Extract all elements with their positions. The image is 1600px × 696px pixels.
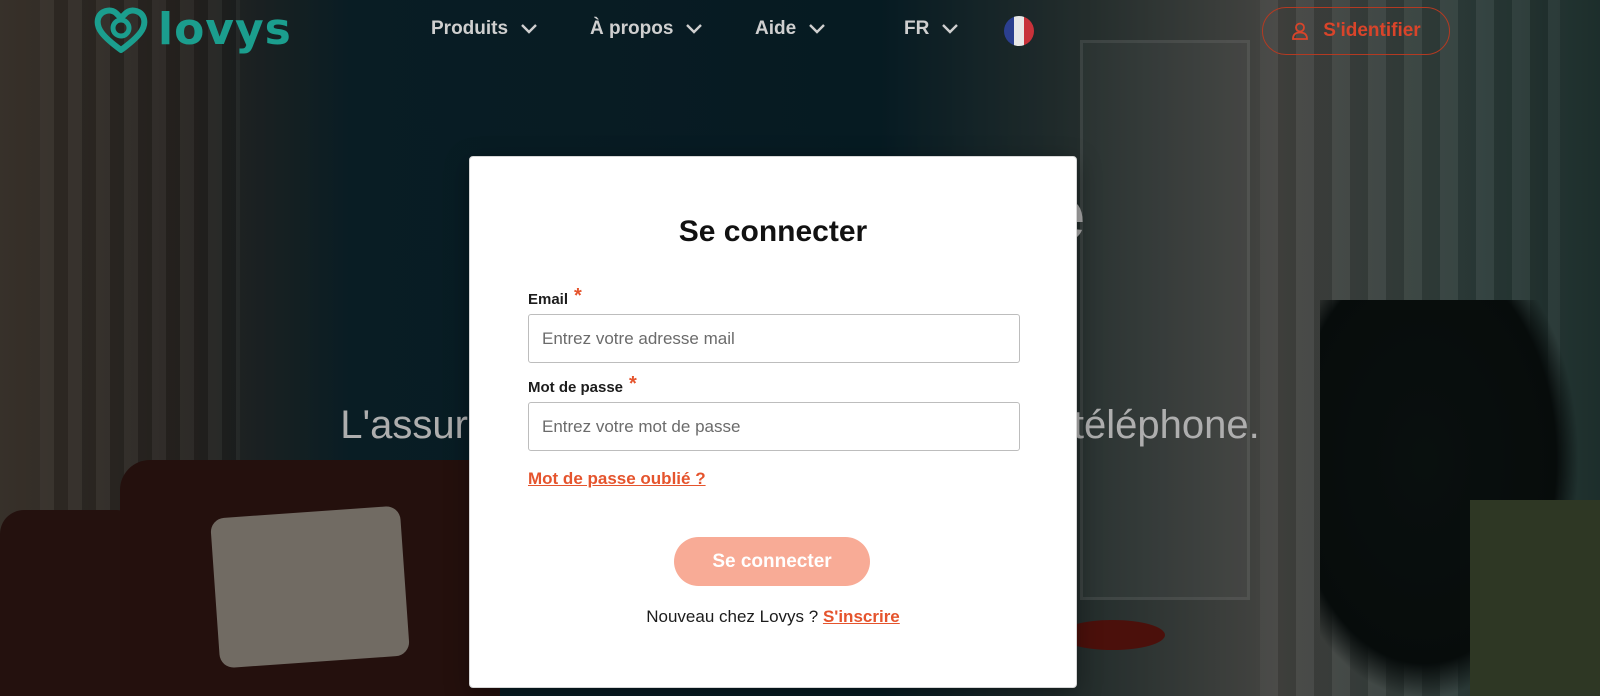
nav-item-label: À propos <box>590 18 674 39</box>
signup-prompt: Nouveau chez Lovys ? <box>646 607 819 626</box>
nav-item-produits[interactable]: Produits <box>431 18 538 40</box>
heart-logo-icon <box>94 7 148 53</box>
brand-name: lovys <box>158 4 292 55</box>
required-marker: * <box>629 373 637 395</box>
chevron-down-icon <box>521 24 537 34</box>
login-modal: Se connecter Email * Mot de passe * Mot de… <box>469 156 1077 688</box>
top-navbar: lovys Produits À propos Aide FR S'identi… <box>0 0 1600 64</box>
signup-row: Nouveau chez Lovys ? S'inscrire <box>470 607 1076 627</box>
chevron-down-icon <box>809 24 826 34</box>
signup-link[interactable]: S'inscrire <box>823 607 900 626</box>
user-icon <box>1292 22 1309 40</box>
login-button[interactable]: S'identifier <box>1262 7 1450 55</box>
nav-item-label: Aide <box>755 18 797 39</box>
login-button-label: S'identifier <box>1323 20 1421 41</box>
french-flag-icon[interactable] <box>1004 16 1034 46</box>
modal-title: Se connecter <box>678 215 868 248</box>
password-label-text: Mot de passe <box>528 379 624 396</box>
nav-item-a-propos[interactable]: À propos <box>590 18 703 40</box>
nav-item-label: Produits <box>431 18 509 39</box>
nav-item-aide[interactable]: Aide <box>755 18 826 40</box>
required-marker: * <box>574 285 582 307</box>
brand-logo[interactable]: lovys <box>92 6 292 54</box>
email-label: Email * <box>528 285 582 310</box>
email-field[interactable] <box>528 314 1020 363</box>
email-label-text: Email <box>528 291 569 308</box>
password-field[interactable] <box>528 402 1020 451</box>
submit-login-button[interactable]: Se connecter <box>674 537 870 586</box>
chevron-down-icon <box>942 24 959 34</box>
language-label: FR <box>904 18 930 39</box>
forgot-password-link[interactable]: Mot de passe oublié ? <box>528 469 706 489</box>
password-label: Mot de passe * <box>528 373 637 398</box>
language-selector[interactable]: FR <box>904 18 959 40</box>
chevron-down-icon <box>686 24 703 34</box>
